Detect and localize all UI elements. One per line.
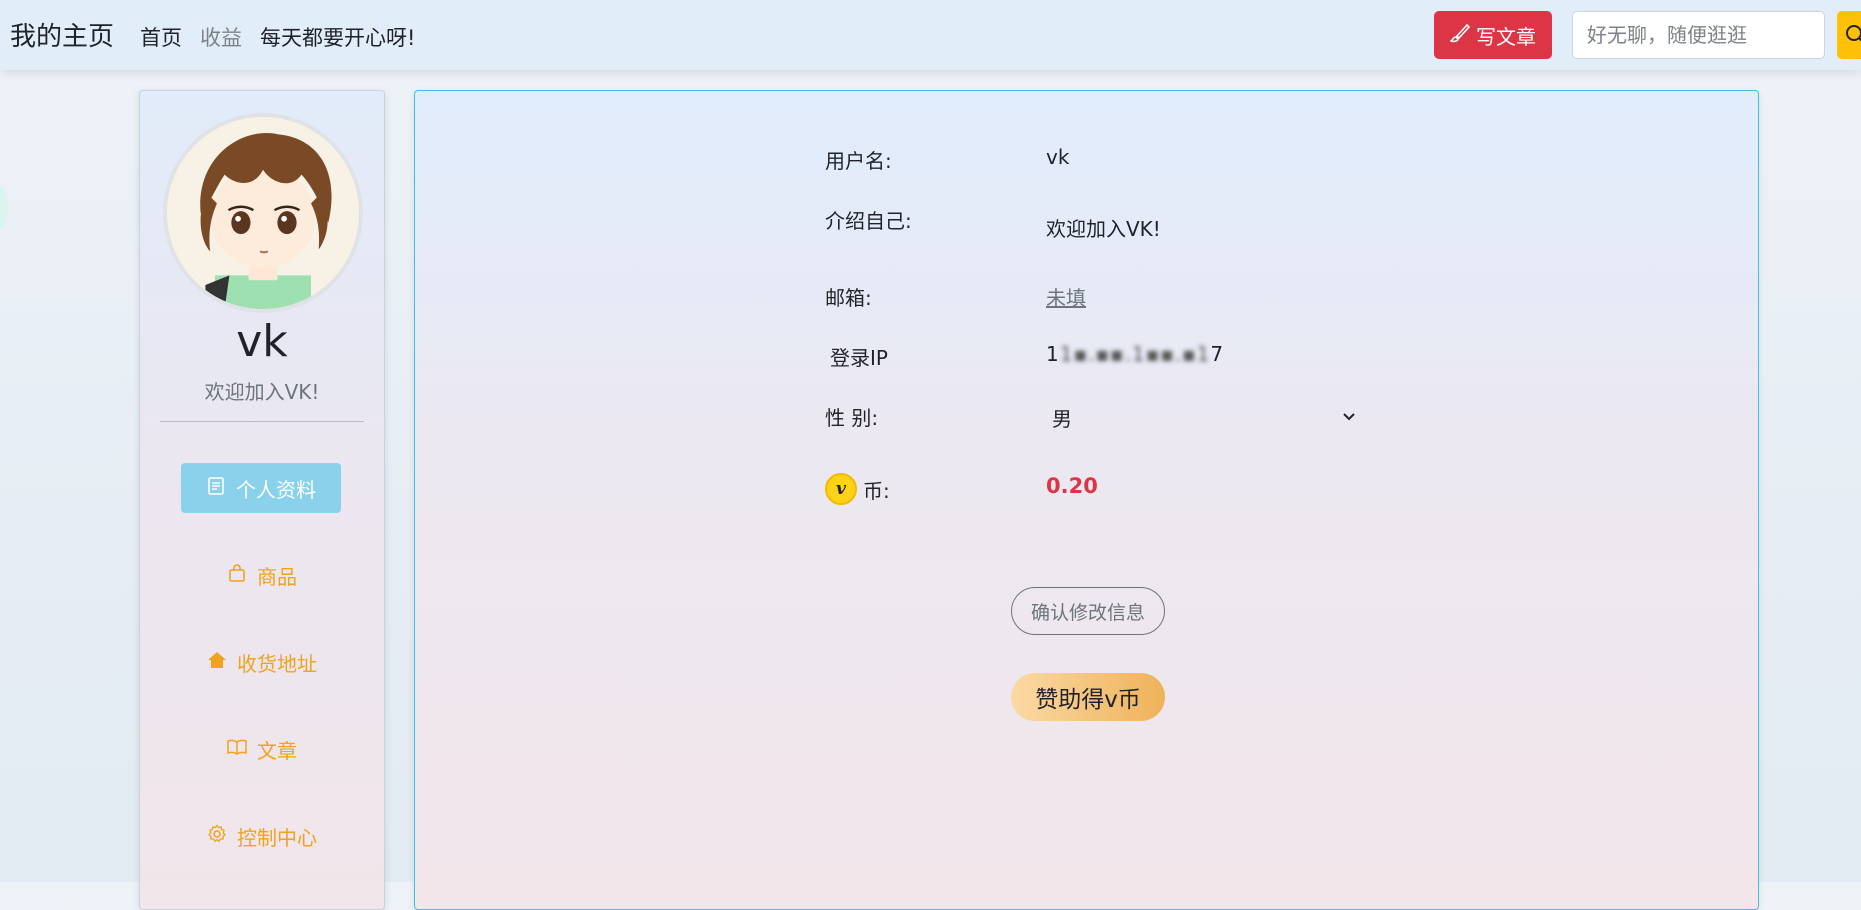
home-icon [207,650,227,675]
gender-label: 性 别: [825,406,879,430]
confirm-edit-button[interactable]: 确认修改信息 [1011,587,1165,635]
sidebar-item-address[interactable]: 收货地址 [140,648,384,677]
coin-label: 币: [863,478,890,503]
gear-icon [207,824,227,849]
login-ip-suffix: 7 [1210,342,1225,366]
avatar [163,113,363,313]
search-button[interactable] [1837,11,1861,59]
brand-title[interactable]: 我的主页 [10,16,114,53]
intro-label: 介绍自己: [825,209,912,233]
book-icon [227,737,247,762]
sidebar-username: vk [236,316,288,367]
gender-selected-value: 男 [1052,406,1072,431]
email-link[interactable]: 未填 [1046,282,1086,311]
sidebar-item-articles[interactable]: 文章 [140,735,384,764]
write-article-label: 写文章 [1476,24,1536,49]
sidebar-divider [160,421,364,422]
nav-link-home[interactable]: 首页 [140,22,182,52]
login-ip-value: 11▪.▪▪.1▪▪.▪17 [1046,342,1224,366]
profile-icon [206,476,226,501]
brush-icon [1448,23,1471,48]
nav-motto-text: 每天都要开心呀! [260,26,416,50]
gender-select[interactable]: 男 [1046,395,1366,439]
sidebar-item-label: 收货地址 [237,652,317,676]
sidebar-item-profile[interactable]: 个人资料 [181,463,341,513]
sidebar-item-label: 文章 [257,739,297,763]
v-coin-icon: v [825,473,857,505]
write-article-button[interactable]: 写文章 [1434,11,1552,59]
profile-sidebar: vk 欢迎加入VK! 个人资料 商品 收货地址 文章 控制中心 [139,90,385,910]
coin-label-row: v 币: [825,473,890,505]
bag-icon [227,563,247,588]
sidebar-item-label: 控制中心 [237,826,317,850]
login-ip-masked: 1▪.▪▪.1▪▪.▪1 [1059,342,1211,366]
search-input[interactable] [1572,11,1825,59]
profile-panel: 用户名: vk 介绍自己: 欢迎加入VK! 邮箱: 未填 登录IP 11▪.▪▪… [414,90,1759,910]
coin-balance: 0.20 [1046,474,1098,498]
nav-link-income[interactable]: 收益 [200,22,242,52]
email-label: 邮箱: [825,286,872,310]
sidebar-item-goods[interactable]: 商品 [140,561,384,590]
sidebar-item-control-center[interactable]: 控制中心 [140,822,384,851]
login-ip-prefix: 1 [1046,342,1060,366]
login-ip-label: 登录IP [830,346,888,370]
sidebar-intro: 欢迎加入VK! [204,380,320,404]
decorative-blob [0,180,8,236]
intro-value[interactable]: 欢迎加入VK! [1046,213,1161,242]
sidebar-item-label: 商品 [257,565,297,589]
top-navbar: 我的主页 首页 收益 每天都要开心呀! 写文章 [0,0,1861,70]
username-label: 用户名: [825,149,892,173]
sidebar-item-label: 个人资料 [236,477,316,502]
username-value: vk [1046,145,1070,169]
sponsor-button[interactable]: 赞助得v币 [1011,673,1165,721]
